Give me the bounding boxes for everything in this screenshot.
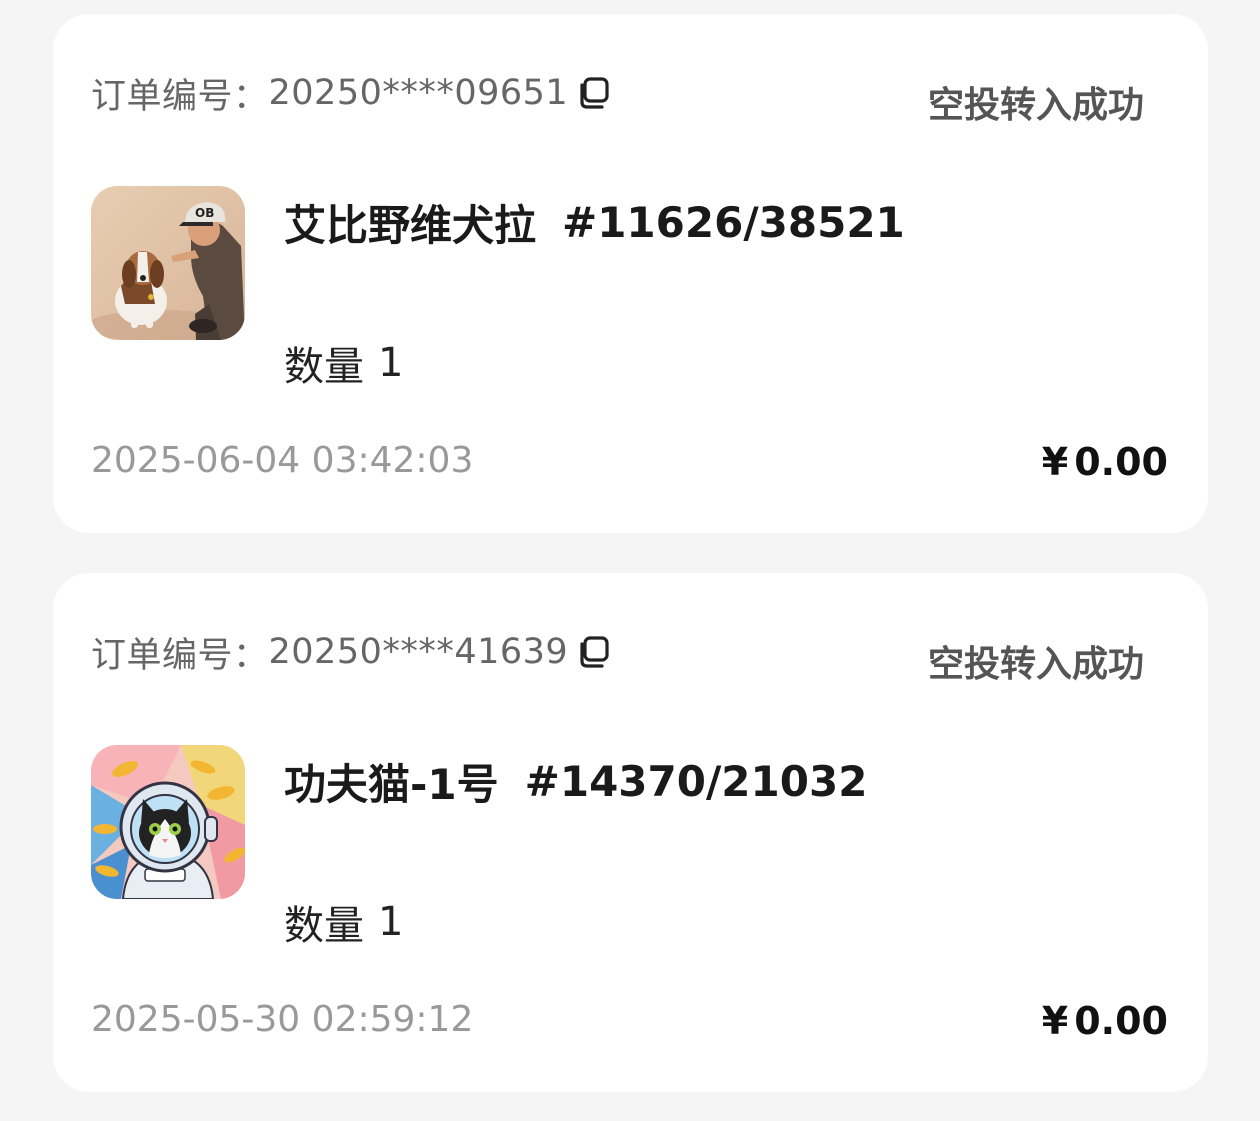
price-amount: 0.00	[1074, 440, 1168, 484]
item-title-row: 艾比野维犬拉 #11626/38521	[284, 192, 905, 253]
order-number-label: 订单编号：	[91, 635, 269, 676]
order-number-row: 订单编号： 20250****09651	[91, 68, 610, 118]
order-number-label: 订单编号：	[91, 76, 269, 117]
cap-letters: OB	[195, 206, 214, 220]
order-number-value: 20250****09651	[268, 73, 569, 113]
quantity-value: 1	[378, 899, 404, 945]
order-status: 空投转入成功	[927, 644, 1144, 685]
order-card[interactable]: 订单编号： 20250****41639 空投转入成功 功夫猫-1号 #1437…	[53, 573, 1208, 1092]
order-card[interactable]: 订单编号： 20250****09651 空投转入成功 OB 艾比野维犬拉 #1…	[53, 14, 1208, 533]
order-list: 订单编号： 20250****09651 空投转入成功 OB 艾比野维犬拉 #1…	[0, 0, 1260, 1121]
copy-icon[interactable]	[576, 635, 610, 669]
currency-symbol: ¥	[1041, 440, 1069, 484]
item-title-row: 功夫猫-1号 #14370/21032	[284, 751, 867, 812]
currency-symbol: ¥	[1041, 999, 1069, 1043]
order-number-value: 20250****41639	[268, 632, 569, 672]
astronaut-cat-image[interactable]	[91, 745, 245, 899]
quantity-label: 数量	[284, 903, 364, 949]
dog-and-man-image[interactable]: OB	[91, 186, 245, 340]
order-number-row: 订单编号： 20250****41639	[91, 627, 610, 677]
item-title: 艾比野维犬拉	[284, 201, 537, 250]
order-time: 2025-06-04 03:42:03	[91, 440, 474, 481]
order-status: 空投转入成功	[927, 85, 1144, 126]
item-title: 功夫猫-1号	[284, 760, 499, 809]
item-serial: #14370/21032	[524, 757, 868, 806]
quantity-label: 数量	[284, 344, 364, 390]
order-time: 2025-05-30 02:59:12	[91, 999, 474, 1040]
order-price: ¥ 0.00	[1042, 440, 1168, 484]
quantity-value: 1	[378, 340, 404, 386]
order-price: ¥ 0.00	[1042, 999, 1168, 1043]
price-amount: 0.00	[1074, 999, 1168, 1043]
quantity-row: 数量 1	[284, 893, 403, 951]
copy-icon[interactable]	[576, 76, 610, 110]
quantity-row: 数量 1	[284, 334, 403, 392]
item-serial: #11626/38521	[562, 198, 905, 247]
